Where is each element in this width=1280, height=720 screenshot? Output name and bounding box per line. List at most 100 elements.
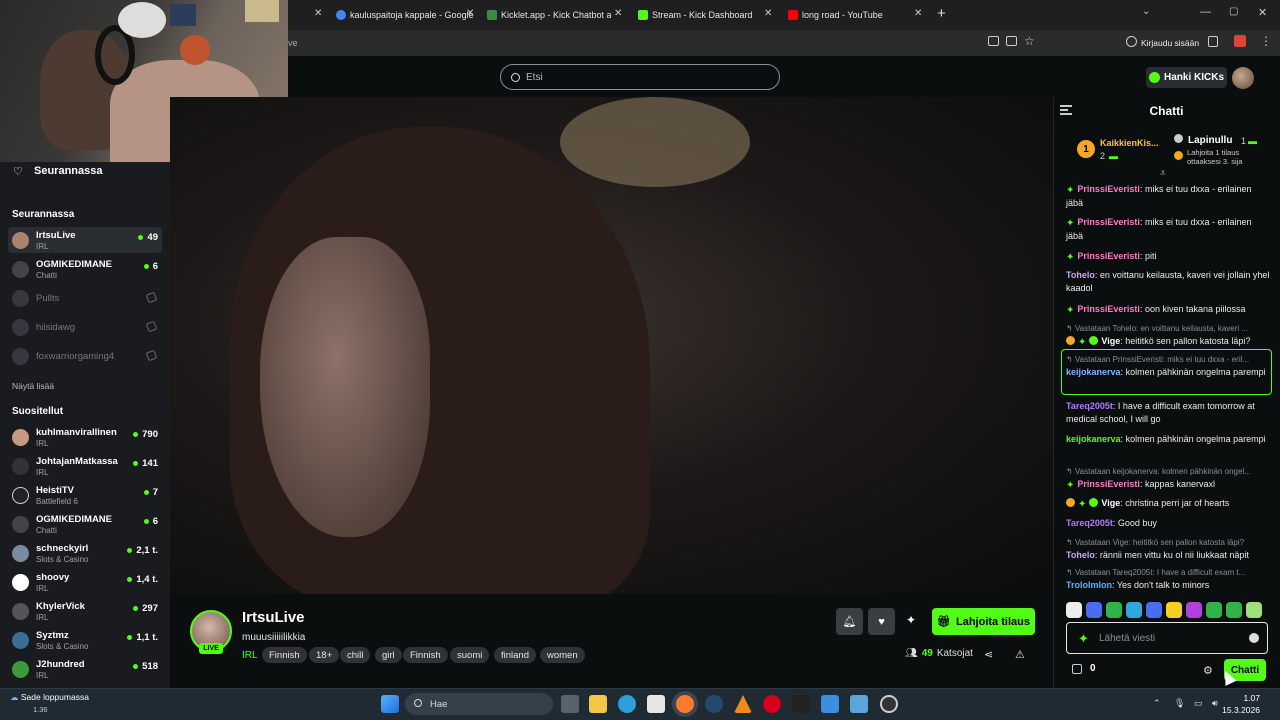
emote-icon[interactable] — [1086, 602, 1102, 618]
close-icon[interactable]: ✕ — [466, 8, 474, 19]
expand-leaderboard-icon[interactable]: ⩡ — [1160, 168, 1166, 179]
opera-icon[interactable] — [763, 695, 781, 713]
chat-message[interactable]: keijokanerva: kolmen pähkinän ongelma pa… — [1066, 433, 1270, 446]
app-icon[interactable] — [821, 695, 839, 713]
stream-tag[interactable]: finland — [494, 647, 536, 663]
emote-icon[interactable] — [1226, 602, 1242, 618]
new-tab-button[interactable]: + — [937, 5, 946, 22]
chat-username[interactable]: PrinssiEveristi — [1077, 304, 1140, 314]
chat-message[interactable]: Tareq2005t: I have a difficult exam tomo… — [1066, 400, 1270, 426]
stream-tag[interactable]: chill — [340, 647, 371, 663]
firefox-icon[interactable] — [676, 695, 694, 713]
edge-icon[interactable] — [618, 695, 636, 713]
chat-username[interactable]: Tohelo — [1066, 270, 1095, 280]
sidebar-channel[interactable]: IrtsuLive IRL 49 — [8, 227, 162, 253]
chat-message[interactable]: ↰ Vastataan Tareq2005t: I have a difficu… — [1066, 566, 1270, 592]
second-gifter-name[interactable]: Lapinullu — [1188, 135, 1232, 146]
start-icon[interactable] — [381, 695, 399, 713]
obs-icon[interactable] — [880, 695, 898, 713]
file-explorer-icon[interactable] — [589, 695, 607, 713]
chat-message[interactable]: ✦ PrinssiEveristi: miks ei tuu dxxa - eri… — [1066, 183, 1270, 210]
chat-message[interactable]: ↰ Vastataan keijokanerva: kolmen pähkinä… — [1066, 465, 1270, 492]
profile-icon[interactable] — [1126, 36, 1137, 47]
chat-username[interactable]: Trololmlon — [1066, 580, 1112, 590]
chat-message[interactable]: ↰ Vastataan Tohelo: en voittanu keilaust… — [1066, 322, 1270, 349]
stream-category[interactable]: IRL — [242, 650, 258, 661]
report-icon[interactable]: ⚠ — [1015, 648, 1025, 661]
app-icon[interactable] — [850, 695, 868, 713]
gift-subscription-button[interactable]: 🎁︎ Lahjoita tilaus — [932, 608, 1035, 635]
close-icon[interactable]: ✕ — [914, 8, 922, 19]
tray-overflow-icon[interactable]: ⌃ — [1153, 698, 1161, 709]
close-icon[interactable]: ✕ — [764, 8, 772, 19]
emoji-icon[interactable] — [1249, 633, 1259, 643]
gift-prompt[interactable]: Lahjoita 1 tilaus ottaaksesi 3. sija — [1187, 148, 1262, 166]
chat-username[interactable]: Vige — [1101, 498, 1120, 508]
task-view-icon[interactable] — [561, 695, 579, 713]
sidebar-channel[interactable]: OGMIKEDIMANE Chatti 6 — [8, 511, 162, 537]
chat-message[interactable]: ↰ Vastataan Vige: heititkö sen pallon ka… — [1066, 536, 1270, 562]
stream-tag[interactable]: girl — [375, 647, 402, 663]
close-window-icon[interactable]: ✕ — [1258, 6, 1267, 19]
sidebar-channel[interactable]: Syztmz Slots & Casino 1,1 t. — [8, 627, 162, 653]
terminal-icon[interactable] — [792, 695, 810, 713]
browser-tab[interactable]: Kicklet.app - Kick Chatbot and C — [487, 4, 611, 26]
follow-heart-button[interactable]: ♥ — [868, 608, 895, 635]
sidebar-channel[interactable]: hiisidawg — [8, 314, 162, 340]
taskbar-search-input[interactable]: Hae — [405, 693, 553, 715]
user-avatar[interactable] — [1232, 67, 1254, 89]
screenshot-icon[interactable] — [988, 36, 999, 46]
browser-tab[interactable]: kauluspaitoja kappale - Google — [336, 4, 484, 26]
emote-icon[interactable] — [1246, 602, 1262, 618]
speaker-icon[interactable]: 🔊︎ — [1212, 698, 1218, 709]
chat-message[interactable]: ✦ PrinssiEveristi: miks ei tuu dxxa - eri… — [1066, 216, 1270, 243]
chat-message[interactable]: ✦ Vige: christina perri jar of hearts — [1066, 497, 1270, 511]
store-icon[interactable] — [647, 695, 665, 713]
emote-icon[interactable] — [1166, 602, 1182, 618]
emote-icon[interactable] — [1066, 602, 1082, 618]
chat-username[interactable]: Tareq2005t — [1066, 401, 1113, 411]
emote-icon[interactable] — [1206, 602, 1222, 618]
emote-icon[interactable] — [1106, 602, 1122, 618]
chat-username[interactable]: PrinssiEveristi — [1077, 217, 1140, 227]
sidebar-channel[interactable]: HeistiTV Battlefield 6 7 — [8, 482, 162, 508]
streamer-name[interactable]: IrtsuLive — [242, 609, 305, 626]
chat-message[interactable]: ✦ PrinssiEveristi: piti — [1066, 250, 1270, 264]
video-player[interactable] — [170, 97, 1053, 594]
weather-widget[interactable]: ☁︎ Sade loppumassa 1.36 — [10, 692, 89, 714]
browser-tab[interactable]: long road - YouTube — [788, 4, 906, 26]
stream-tag[interactable]: Finnish — [262, 647, 307, 663]
sidebar-channel[interactable]: OGMIKEDIMANE Chatti 6 — [8, 256, 162, 282]
sidebar-channel[interactable]: foxwarriorgaming4 — [8, 343, 162, 369]
show-more-link[interactable]: Näytä lisää — [12, 381, 54, 391]
gear-icon[interactable]: ⚙ — [1203, 664, 1213, 677]
chat-message[interactable]: ✦ PrinssiEveristi: oon kiven takana piilo… — [1066, 303, 1270, 317]
tab-list-chevron-icon[interactable]: ⌄ — [1142, 6, 1150, 17]
sidebar-channel[interactable]: kuhlmanvirallinen IRL 790 — [8, 424, 162, 450]
clock[interactable]: 1.07 15.3.2026 — [1222, 692, 1260, 716]
chat-input[interactable]: ✦ Lähetä viesti — [1066, 622, 1268, 654]
stream-tag[interactable]: 18+ — [309, 647, 340, 663]
extension-badge-icon[interactable] — [1234, 35, 1246, 47]
download-icon[interactable] — [1006, 36, 1017, 46]
extensions-icon[interactable] — [1208, 36, 1218, 47]
emote-icon[interactable] — [1186, 602, 1202, 618]
mic-icon[interactable]: 🎙︎ — [1174, 698, 1185, 709]
share-icon[interactable]: ⋖ — [984, 648, 993, 661]
search-input[interactable]: Etsi — [500, 64, 780, 90]
bookmark-star-icon[interactable]: ☆ — [1024, 34, 1035, 48]
chat-username[interactable]: Tohelo — [1066, 550, 1095, 560]
get-kicks-button[interactable]: Hanki KICKs — [1146, 67, 1227, 88]
sparkle-button[interactable]: ✦ — [906, 613, 916, 627]
sidebar-channel[interactable]: JohtajanMatkassa IRL 141 — [8, 453, 162, 479]
close-icon[interactable]: ✕ — [614, 8, 622, 19]
chat-username[interactable]: keijokanerva — [1066, 434, 1121, 444]
maximize-icon[interactable]: ▢ — [1229, 6, 1238, 17]
stream-tag[interactable]: suomi — [450, 647, 490, 663]
display-icon[interactable]: ▭ — [1194, 698, 1203, 709]
chat-username[interactable]: keijokanerva — [1066, 367, 1121, 377]
chat-username[interactable]: PrinssiEveristi — [1077, 184, 1140, 194]
chat-username[interactable]: PrinssiEveristi — [1077, 251, 1140, 261]
minimize-icon[interactable]: — — [1200, 6, 1211, 18]
sidebar-channel[interactable]: J2hundred IRL 518 — [8, 656, 162, 682]
